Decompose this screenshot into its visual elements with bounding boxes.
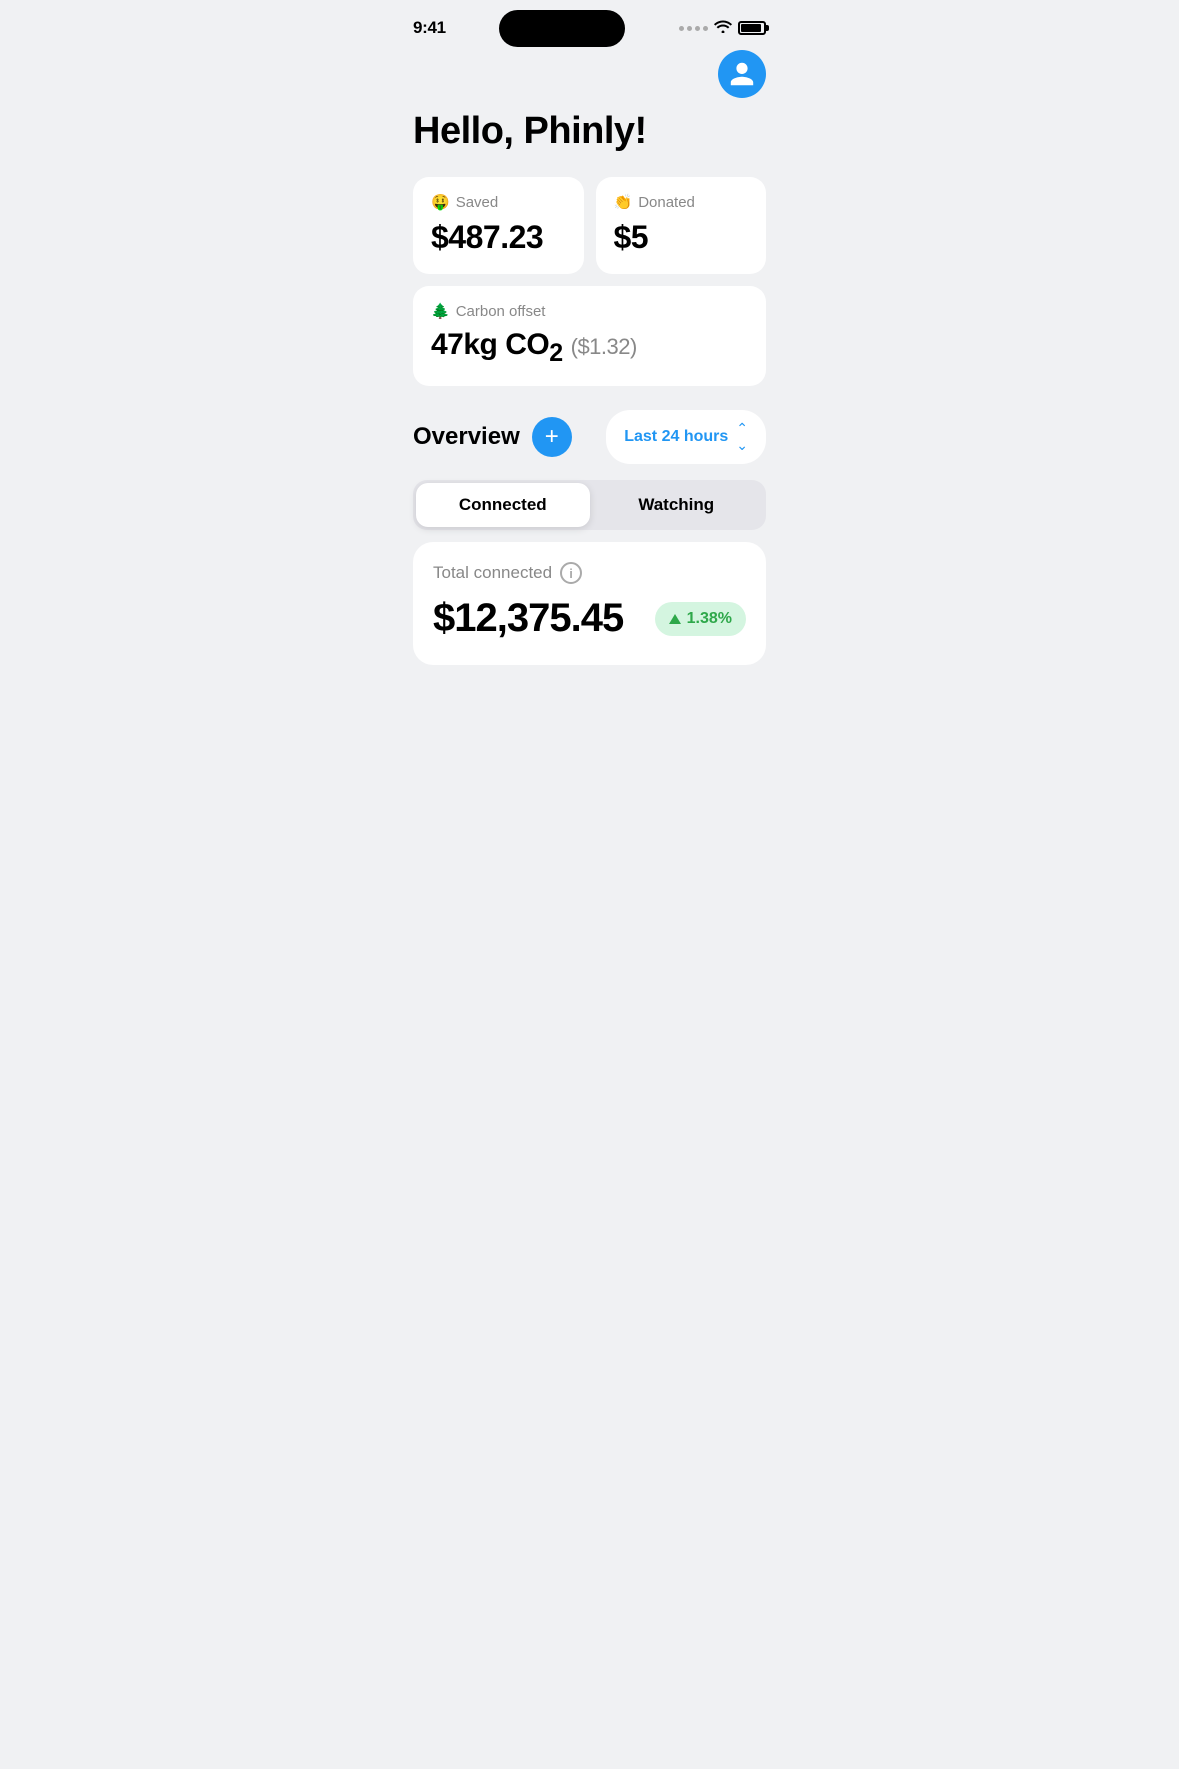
- overview-row: Overview + Last 24 hours ⌃⌄: [413, 410, 766, 464]
- carbon-subscript: 2: [549, 339, 562, 367]
- up-arrow-icon: [669, 614, 681, 624]
- greeting-text: Hello, Phinly!: [413, 110, 766, 153]
- status-icons: [679, 19, 766, 38]
- battery-icon: [738, 21, 766, 35]
- info-icon[interactable]: i: [560, 562, 582, 584]
- add-icon: +: [545, 425, 559, 449]
- carbon-value: 47kg CO2 ($1.32): [431, 328, 748, 368]
- time-filter-label: Last 24 hours: [624, 428, 728, 446]
- carbon-main: 47kg CO2: [431, 328, 563, 368]
- overview-left: Overview +: [413, 417, 572, 457]
- total-card: Total connected i $12,375.45 1.38%: [413, 542, 766, 665]
- total-label-row: Total connected i: [433, 562, 746, 584]
- status-time: 9:41: [413, 18, 446, 38]
- saved-emoji: 🤑: [431, 193, 450, 211]
- saved-label: 🤑 Saved: [431, 193, 566, 211]
- saved-card: 🤑 Saved $487.23: [413, 177, 584, 274]
- total-value-row: $12,375.45 1.38%: [433, 596, 746, 641]
- carbon-card: 🌲 Carbon offset 47kg CO2 ($1.32): [413, 286, 766, 386]
- donated-label: 👏 Donated: [614, 193, 749, 211]
- change-badge: 1.38%: [655, 602, 746, 636]
- saved-value: $487.23: [431, 219, 566, 256]
- carbon-label: 🌲 Carbon offset: [431, 302, 748, 320]
- chevron-updown-icon: ⌃⌄: [736, 420, 748, 454]
- tab-watching[interactable]: Watching: [590, 483, 764, 527]
- total-value: $12,375.45: [433, 596, 623, 641]
- profile-avatar[interactable]: [718, 50, 766, 98]
- donated-value: $5: [614, 219, 749, 256]
- notch: [499, 10, 625, 47]
- tabs-container: Connected Watching: [413, 480, 766, 530]
- donated-emoji: 👏: [614, 193, 633, 211]
- carbon-price: ($1.32): [571, 334, 637, 360]
- time-filter-button[interactable]: Last 24 hours ⌃⌄: [606, 410, 766, 464]
- overview-title: Overview: [413, 423, 520, 451]
- stats-grid: 🤑 Saved $487.23 👏 Donated $5: [413, 177, 766, 274]
- carbon-emoji: 🌲: [431, 302, 450, 320]
- tab-connected[interactable]: Connected: [416, 483, 590, 527]
- signal-icon: [679, 26, 708, 31]
- change-percentage: 1.38%: [687, 610, 732, 628]
- total-label: Total connected: [433, 563, 552, 583]
- add-button[interactable]: +: [532, 417, 572, 457]
- wifi-icon: [714, 19, 732, 38]
- donated-card: 👏 Donated $5: [596, 177, 767, 274]
